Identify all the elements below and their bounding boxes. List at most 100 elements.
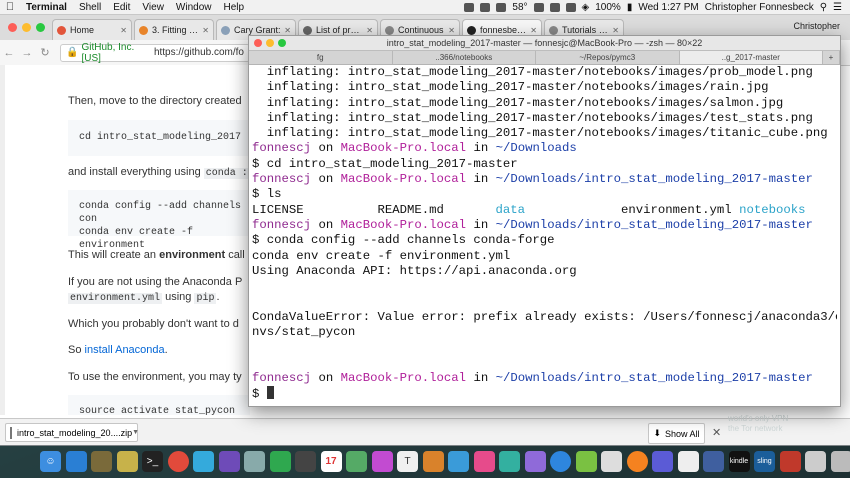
- back-icon[interactable]: ←: [0, 47, 18, 59]
- terminal-tab[interactable]: fg: [249, 51, 393, 64]
- minimize-window-button[interactable]: [266, 39, 274, 47]
- terminal-window[interactable]: intro_stat_modeling_2017-master — fonnes…: [248, 35, 841, 407]
- app-icon[interactable]: [422, 451, 444, 472]
- battery-icon[interactable]: ▮: [627, 2, 633, 13]
- menu-view[interactable]: View: [136, 2, 170, 13]
- prompt-word: in: [473, 172, 489, 187]
- app-icon[interactable]: [448, 451, 469, 472]
- browser-profile[interactable]: Christopher: [793, 21, 840, 31]
- sling-icon[interactable]: sling: [754, 451, 775, 472]
- menubar-clock[interactable]: Wed 1:27 PM: [638, 2, 698, 13]
- zoom-window-button[interactable]: [36, 23, 45, 32]
- app-icon[interactable]: [371, 451, 393, 472]
- download-item[interactable]: intro_stat_modeling_20....zip ▼: [5, 423, 139, 442]
- tray-icon[interactable]: [549, 2, 560, 12]
- kindle-icon[interactable]: kindle: [728, 451, 750, 472]
- app-icon[interactable]: [830, 451, 850, 472]
- terminal-tab[interactable]: ~/Repos/pymc3: [536, 51, 680, 64]
- show-all-label: Show All: [665, 428, 700, 439]
- prompt-host: MacBook-Pro.local: [340, 141, 467, 156]
- tab-favicon-icon: [549, 25, 558, 35]
- window-controls: [8, 23, 45, 32]
- page-scrollbar[interactable]: [0, 65, 5, 415]
- terminal-icon[interactable]: >_: [142, 451, 163, 472]
- menu-edit[interactable]: Edit: [107, 2, 136, 13]
- close-icon[interactable]: ✕: [530, 26, 537, 35]
- browser-tab[interactable]: 3. Fitting Re ✕: [134, 19, 214, 40]
- tab-favicon-icon: [57, 25, 66, 35]
- close-window-button[interactable]: [254, 39, 262, 47]
- close-icon[interactable]: ✕: [366, 26, 373, 35]
- tray-icon[interactable]: [496, 2, 507, 12]
- input-line[interactable]: $: [252, 386, 837, 402]
- tab-label: Cary Grant:: [234, 25, 281, 35]
- app-icon[interactable]: [703, 451, 724, 472]
- app-icon[interactable]: [805, 451, 826, 472]
- close-icon[interactable]: ✕: [284, 26, 291, 35]
- close-icon[interactable]: ✕: [120, 26, 127, 35]
- close-icon[interactable]: ✕: [202, 26, 209, 35]
- forward-icon[interactable]: →: [18, 47, 36, 59]
- terminal-tab[interactable]: ..366/notebooks: [393, 51, 536, 64]
- menu-help[interactable]: Help: [218, 2, 251, 13]
- app-icon[interactable]: [65, 451, 87, 472]
- close-window-button[interactable]: [8, 23, 17, 32]
- terminal-output[interactable]: inflating: intro_stat_modeling_2017-mast…: [252, 65, 837, 406]
- spotlight-icon[interactable]: ⚲: [820, 2, 827, 13]
- weather-temp[interactable]: 58°: [512, 2, 527, 13]
- tray-icon[interactable]: [565, 2, 576, 12]
- minimize-window-button[interactable]: [22, 23, 31, 32]
- tab-favicon-icon: [385, 25, 394, 35]
- app-icon[interactable]: [677, 451, 699, 472]
- wifi-icon[interactable]: ◈: [582, 2, 590, 13]
- tray-icon[interactable]: [533, 2, 544, 12]
- reload-icon[interactable]: ↻: [36, 46, 54, 59]
- textedit-icon[interactable]: T: [397, 451, 418, 472]
- app-icon[interactable]: [524, 451, 546, 472]
- show-all-downloads-button[interactable]: ⬇ Show All: [648, 423, 705, 444]
- app-icon[interactable]: [295, 451, 316, 472]
- menubar-user[interactable]: Christopher Fonnesbeck: [705, 2, 814, 13]
- app-icon[interactable]: [269, 451, 291, 472]
- app-icon[interactable]: [473, 451, 495, 472]
- menu-shell[interactable]: Shell: [73, 2, 107, 13]
- terminal-tab-active[interactable]: ..g_2017-master: [679, 51, 823, 64]
- chrome-icon[interactable]: [167, 451, 189, 472]
- app-icon[interactable]: [652, 451, 673, 472]
- app-icon[interactable]: [499, 451, 520, 472]
- app-icon[interactable]: [244, 451, 265, 472]
- tray-icon[interactable]: [480, 2, 491, 12]
- calendar-icon[interactable]: 17: [320, 451, 342, 472]
- close-icon[interactable]: ✕: [612, 26, 619, 35]
- battery-percent[interactable]: 100%: [595, 2, 621, 13]
- apple-menu-icon[interactable]: : [0, 1, 20, 13]
- tab-label: fonnesbeck/: [480, 25, 529, 35]
- zoom-window-button[interactable]: [278, 39, 286, 47]
- app-icon[interactable]: [626, 451, 648, 472]
- app-icon[interactable]: [116, 451, 138, 472]
- close-icon[interactable]: ✕: [712, 426, 721, 439]
- ls-entry: LICENSE: [252, 202, 304, 217]
- prompt-word: on: [318, 141, 334, 156]
- terminal-titlebar[interactable]: intro_stat_modeling_2017-master — fonnes…: [249, 36, 840, 51]
- chevron-down-icon[interactable]: ▼: [132, 429, 139, 436]
- browser-tab[interactable]: Home ✕: [52, 19, 132, 40]
- text-bold: environment: [159, 249, 226, 261]
- app-icon[interactable]: [91, 451, 112, 472]
- close-icon[interactable]: ✕: [448, 26, 455, 35]
- app-icon[interactable]: [550, 451, 571, 472]
- app-icon[interactable]: [575, 451, 597, 472]
- menu-app-name[interactable]: Terminal: [20, 2, 73, 13]
- tray-icon[interactable]: [464, 2, 475, 12]
- notification-center-icon[interactable]: ☰: [833, 2, 842, 13]
- app-icon[interactable]: [779, 451, 801, 472]
- install-anaconda-link[interactable]: install Anaconda: [85, 344, 165, 356]
- app-icon[interactable]: [218, 451, 240, 472]
- app-icon[interactable]: [193, 451, 214, 472]
- app-icon[interactable]: [601, 451, 622, 472]
- address-bar[interactable]: 🔒 GitHub, Inc. [US] https://github.com/f…: [60, 42, 250, 64]
- finder-icon[interactable]: ☺: [40, 451, 61, 472]
- new-tab-button[interactable]: +: [823, 51, 840, 64]
- app-icon[interactable]: [346, 451, 367, 472]
- menu-window[interactable]: Window: [170, 2, 218, 13]
